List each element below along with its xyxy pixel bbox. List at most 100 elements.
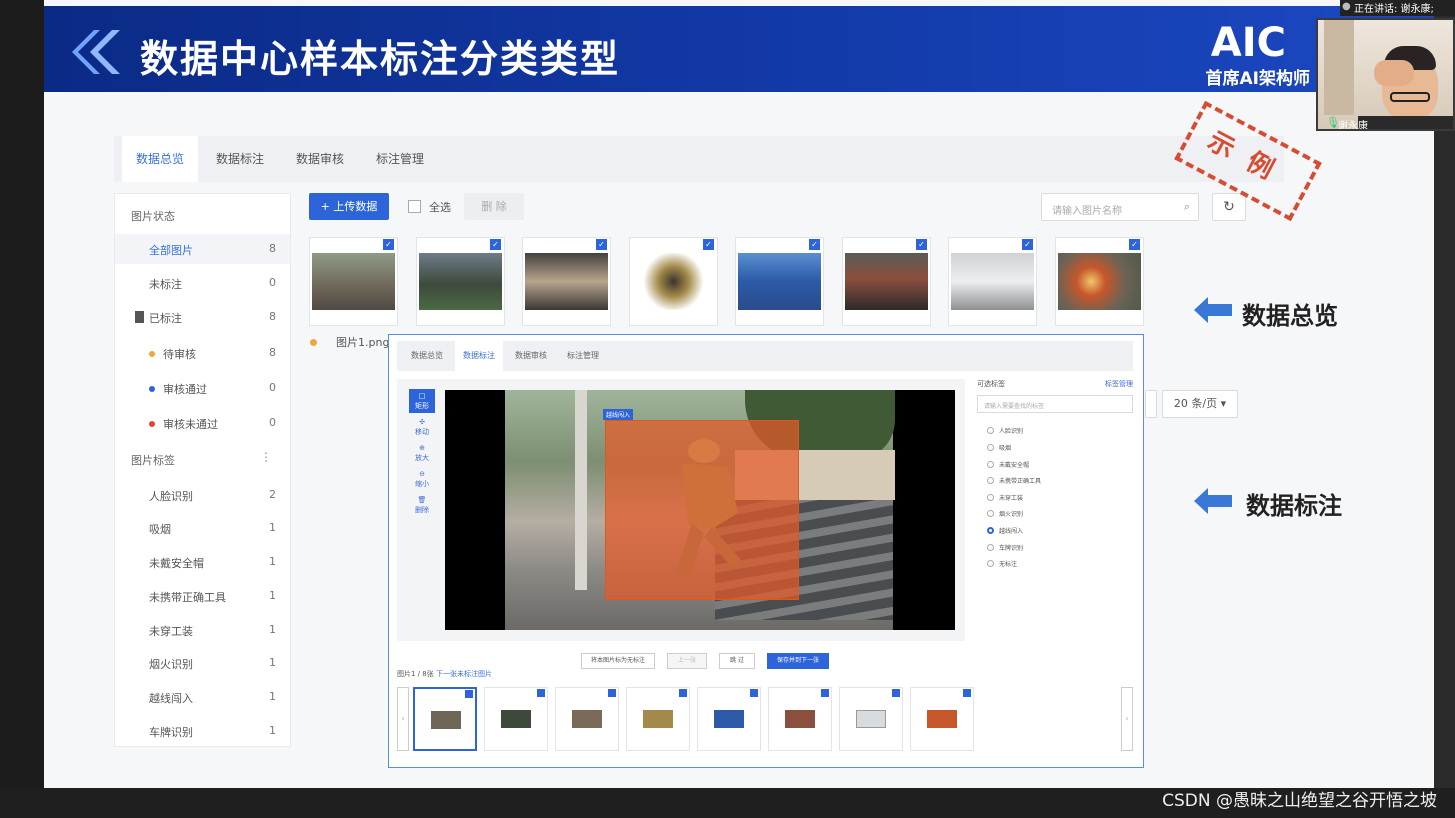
label-option[interactable]: 车牌识别: [987, 542, 1137, 556]
page-size-select[interactable]: 20 条/页 ▾: [1162, 390, 1238, 418]
checkmark-icon[interactable]: ✓: [596, 239, 607, 250]
webcam-video-tile[interactable]: 🎙 谢永康: [1316, 18, 1455, 131]
skip-button[interactable]: 跳 过: [719, 653, 755, 669]
sidebar-item-review-passed[interactable]: 审核通过 0: [115, 373, 290, 403]
arrow-left-icon: [1194, 297, 1232, 323]
sidebar-tag-wrong-tools[interactable]: 未携带正确工具 1: [115, 581, 290, 611]
move-icon: ✣: [419, 418, 425, 426]
zoom-in-button[interactable]: ⊕ 放大: [409, 441, 435, 465]
image-thumbnail: [501, 710, 531, 728]
strip-thumbnail[interactable]: [768, 687, 832, 751]
strip-thumbnail[interactable]: [697, 687, 761, 751]
image-position: 图片1 / 8张 下一张未标注图片: [397, 670, 492, 678]
radio-icon: [987, 444, 994, 451]
sidebar-item-all-images[interactable]: 全部图片 8: [115, 234, 290, 264]
sidebar-tag-no-uniform[interactable]: 未穿工装 1: [115, 615, 290, 645]
image-card[interactable]: ✓: [948, 237, 1037, 326]
rectangle-tool-button[interactable]: □ 矩形: [409, 389, 435, 413]
strip-next-button[interactable]: ›: [1121, 687, 1133, 751]
save-next-button[interactable]: 保存并到下一张: [767, 653, 829, 669]
slide-banner: 数据中心样本标注分类类型 AIC 首席AI架构师: [44, 6, 1434, 92]
worker-figure: [676, 439, 742, 575]
checkmark-icon: [750, 689, 758, 697]
file-name-label: 图片1.png: [336, 336, 390, 349]
image-card[interactable]: ✓: [1055, 237, 1144, 326]
participant-name: 谢永康: [1338, 121, 1368, 131]
strip-thumbnail[interactable]: [484, 687, 548, 751]
label-option[interactable]: 未携带正确工具: [987, 475, 1137, 489]
checkmark-icon[interactable]: ✓: [383, 239, 394, 250]
prev-image-button[interactable]: 上一张: [667, 653, 707, 669]
sidebar-item-review-failed[interactable]: 审核未通过 0: [115, 408, 290, 438]
strip-prev-button[interactable]: ‹: [397, 687, 409, 751]
tab-label-management[interactable]: 标注管理: [362, 136, 438, 182]
sidebar-tag-fire[interactable]: 烟火识别 1: [115, 648, 290, 678]
tab-data-review[interactable]: 数据审核: [282, 136, 358, 182]
sidebar-tag-intrusion[interactable]: 越线闯入 1: [115, 682, 290, 712]
move-tool-button[interactable]: ✣ 移动: [409, 415, 435, 439]
image-card[interactable]: ✓: [309, 237, 398, 326]
screen: 数据中心样本标注分类类型 AIC 首席AI架构师 数据总览 数据标注 数据审核 …: [0, 0, 1455, 818]
zoom-out-button[interactable]: ⊖ 缩小: [409, 467, 435, 491]
note-data-overview: 数据总览: [1242, 302, 1338, 330]
image-card[interactable]: ✓: [522, 237, 611, 326]
strip-thumbnail[interactable]: [626, 687, 690, 751]
delete-tool-button[interactable]: 🗑 删除: [409, 493, 435, 517]
image-card[interactable]: ✓: [842, 237, 931, 326]
checkmark-icon[interactable]: ✓: [809, 239, 820, 250]
zoom-in-icon: ⊕: [419, 444, 425, 452]
strip-thumbnail[interactable]: [910, 687, 974, 751]
pager-input[interactable]: [1145, 390, 1157, 418]
checkmark-icon[interactable]: ✓: [703, 239, 714, 250]
strip-thumbnail[interactable]: [555, 687, 619, 751]
tab-data-annotation[interactable]: 数据标注: [202, 136, 278, 182]
tab-data-overview[interactable]: 数据总览: [122, 136, 199, 182]
arrow-left-icon: [1194, 488, 1232, 514]
radio-icon: [987, 427, 994, 434]
sidebar-item-unlabeled[interactable]: 未标注 0: [115, 268, 290, 298]
image-search-input[interactable]: 请输入图片名称 ⌕: [1041, 193, 1199, 221]
tab-data-overview[interactable]: 数据总览: [403, 341, 451, 371]
double-chevron-left-icon: [72, 30, 120, 74]
checkmark-icon[interactable]: ✓: [916, 239, 927, 250]
label-manage-link[interactable]: 标签管理: [1105, 379, 1133, 389]
label-option[interactable]: 无标注: [987, 558, 1137, 572]
strip-thumbnail[interactable]: [413, 687, 477, 751]
bounding-box[interactable]: [605, 420, 799, 600]
tab-label-management[interactable]: 标注管理: [559, 341, 607, 371]
label-option[interactable]: 未穿工装: [987, 492, 1137, 506]
sidebar-status-heading: 图片状态: [131, 210, 175, 223]
upload-button[interactable]: + 上传数据: [309, 193, 389, 220]
delete-button[interactable]: 删 除: [464, 193, 524, 220]
tab-data-annotation[interactable]: 数据标注: [455, 341, 503, 371]
label-option[interactable]: 人脸识别: [987, 425, 1137, 439]
radio-checked-icon: [987, 527, 994, 534]
sidebar-item-pending-review[interactable]: 待审核 8: [115, 338, 290, 368]
sidebar-item-labeled[interactable]: 已标注 8: [115, 302, 290, 332]
image-card[interactable]: ✓: [629, 237, 718, 326]
label-search-input[interactable]: 请输入需要查找的标签: [977, 395, 1133, 413]
sidebar-tag-no-helmet[interactable]: 未戴安全帽 1: [115, 547, 290, 577]
checkmark-icon[interactable]: ✓: [490, 239, 501, 250]
sidebar-tag-smoking[interactable]: 吸烟 1: [115, 513, 290, 543]
sidebar-tag-plate[interactable]: 车牌识别 1: [115, 716, 290, 746]
checkmark-icon[interactable]: ✓: [1022, 239, 1033, 250]
checkmark-icon: [608, 689, 616, 697]
sidebar-tag-face[interactable]: 人脸识别 2: [115, 480, 290, 510]
strip-thumbnail[interactable]: [839, 687, 903, 751]
checkmark-icon[interactable]: ✓: [1129, 239, 1140, 250]
image-stage[interactable]: 越线闯入: [445, 390, 955, 630]
more-vertical-icon[interactable]: ⋮: [260, 450, 272, 464]
select-all-checkbox[interactable]: [408, 200, 421, 213]
mark-no-label-button[interactable]: 将本图片标为无标注: [581, 653, 655, 669]
label-option[interactable]: 烟火识别: [987, 508, 1137, 522]
label-option-selected[interactable]: 越线闯入: [987, 525, 1137, 539]
tab-data-review[interactable]: 数据审核: [507, 341, 555, 371]
label-option[interactable]: 未戴安全帽: [987, 459, 1137, 473]
next-unlabeled-link[interactable]: 下一张未标注图片: [436, 670, 492, 678]
label-option[interactable]: 吸烟: [987, 442, 1137, 456]
image-card[interactable]: ✓: [416, 237, 505, 326]
presentation-slide: 数据中心样本标注分类类型 AIC 首席AI架构师 数据总览 数据标注 数据审核 …: [44, 0, 1434, 788]
image-card[interactable]: ✓: [735, 237, 824, 326]
refresh-button[interactable]: ↻: [1212, 193, 1246, 221]
